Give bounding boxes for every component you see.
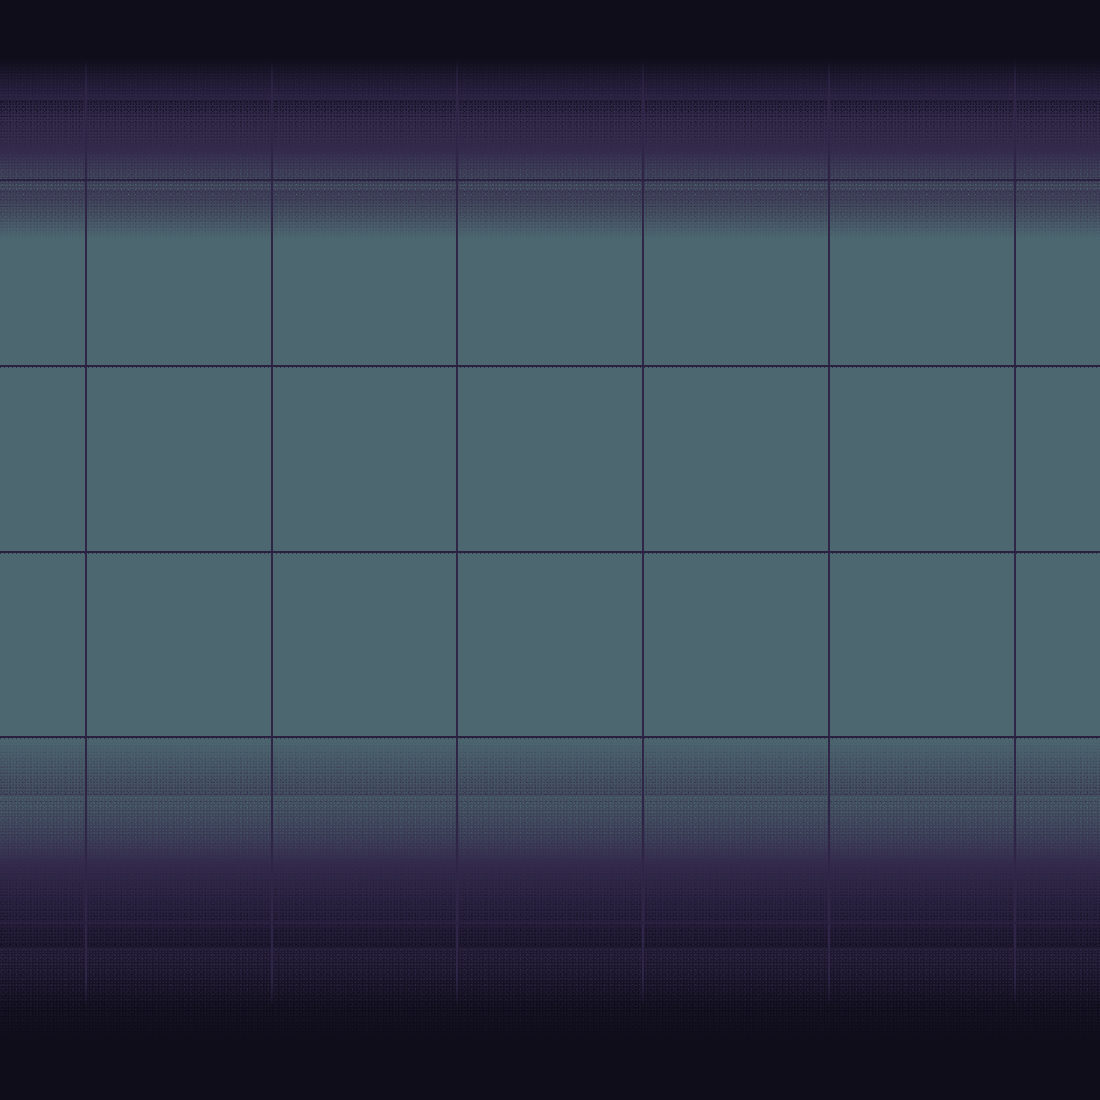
grid-line-vertical	[85, 60, 87, 1006]
grid-line-horizontal	[0, 736, 1100, 738]
dither-band-dark-to-purple-lower	[0, 100, 1100, 154]
grid-line-vertical	[642, 60, 644, 1006]
grid-line-dotted-edge	[0, 553, 1100, 554]
grid-line-dotted-edge	[0, 738, 1100, 739]
dither-band-slate-to-purple-lower	[0, 796, 1100, 866]
grid-line-vertical	[1014, 60, 1016, 1006]
grid-line-dotted-edge	[0, 367, 1100, 368]
dither-band-purple-to-dark-upper	[0, 858, 1100, 954]
dither-band-slate-to-purple-upper	[0, 736, 1100, 804]
grid-line-horizontal	[0, 922, 1100, 924]
dither-band-purple-to-slate-lower	[0, 190, 1100, 242]
grid-line-horizontal	[0, 365, 1100, 367]
grid-line-horizontal	[0, 179, 1100, 181]
dither-band-purple-to-dark-lower	[0, 948, 1100, 1044]
grid-line-vertical	[456, 60, 458, 1006]
grid-line-vertical	[271, 60, 273, 1006]
grid-line-dotted-edge	[0, 181, 1100, 182]
grid-line-horizontal	[0, 551, 1100, 553]
dithered-grid-backdrop	[0, 0, 1100, 1100]
grid-line-dotted-edge	[0, 924, 1100, 925]
grid-line-vertical	[828, 60, 830, 1006]
